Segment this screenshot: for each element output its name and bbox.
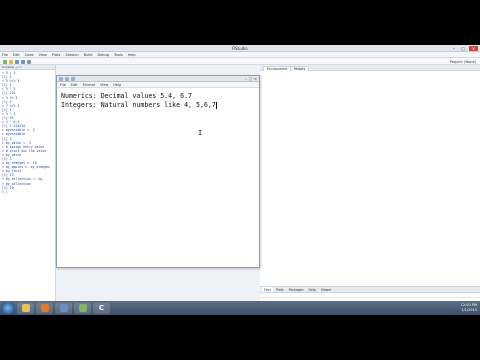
print-icon[interactable]: [27, 59, 31, 64]
environment-pane: [260, 71, 480, 315]
tab-files[interactable]: Files: [262, 287, 273, 292]
text-line-content: Numerics: Decimal values 5.4, 6.7: [61, 92, 193, 100]
r-editor-maximize-button[interactable]: □: [249, 77, 252, 81]
rstudio-icon: [78, 304, 87, 312]
menu-file[interactable]: File: [2, 53, 8, 57]
r-editor-window: – □ ✕ File Edit Format View Help Numeric…: [56, 75, 260, 268]
tab-help[interactable]: Help: [307, 287, 318, 292]
text-line: Numerics: Decimal values 5.4, 6.7: [61, 92, 255, 101]
r-logo-icon: [59, 77, 63, 81]
save-icon[interactable]: [15, 59, 19, 64]
window-controls: – □ ✕: [451, 46, 478, 51]
menu-edit[interactable]: Edit: [13, 53, 20, 57]
clock-time: 12:00 PM: [460, 303, 477, 307]
r-menu-edit[interactable]: Edit: [71, 83, 78, 87]
console-line: > |: [2, 189, 8, 194]
r-editor-toolbar: [59, 77, 75, 81]
r-editor-controls: – □ ✕: [245, 77, 257, 81]
menu-build[interactable]: Build: [84, 53, 93, 57]
menu-help[interactable]: Help: [128, 53, 136, 57]
clock-date: 1/1/2015: [461, 307, 477, 312]
taskbar: C 12:00 PM 1/1/2015: [0, 301, 480, 315]
ibeam-cursor-icon: I: [198, 129, 203, 137]
text-caret: [216, 101, 218, 109]
r-menu-file[interactable]: File: [60, 83, 66, 87]
menu-code[interactable]: Code: [25, 53, 34, 57]
open-file-icon[interactable]: [9, 59, 13, 64]
maximize-button[interactable]: □: [460, 46, 466, 51]
text-line-content: Integers: Natural numbers like 4, 5,6,7: [61, 101, 216, 109]
taskbar-c-icon[interactable]: C: [93, 302, 110, 314]
r-editor-minimize-button[interactable]: –: [245, 77, 247, 81]
tab-packages[interactable]: Packages: [287, 287, 306, 292]
taskbar-media-icon[interactable]: [36, 302, 53, 314]
save-all-icon[interactable]: [21, 59, 25, 64]
screen: RStudio – □ ✕ File Edit Code View Plots …: [0, 45, 480, 315]
new-file-icon[interactable]: [3, 59, 7, 64]
console-output: > 5 / 3 [1] 2 > 5 %/% 3 [1] 1 > 5 ^ 3 [1…: [0, 70, 55, 195]
taskbar-explorer-icon[interactable]: [17, 302, 34, 314]
system-tray: 12:00 PM 1/1/2015: [461, 303, 477, 312]
console-pane[interactable]: Console ~/ ⇨ > 5 / 3 [1] 2 > 5 %/% 3 [1]…: [0, 65, 56, 315]
r-menu-format[interactable]: Format: [83, 83, 95, 87]
save-icon[interactable]: [65, 77, 69, 81]
text-line: Integers: Natural numbers like 4, 5,6,7: [61, 101, 255, 110]
menu-tools[interactable]: Tools: [114, 53, 123, 57]
minimize-button[interactable]: –: [451, 46, 457, 51]
app-title: RStudio: [232, 46, 248, 51]
r-menu-help[interactable]: Help: [113, 83, 121, 87]
taskbar-r-icon[interactable]: [55, 302, 72, 314]
r-editor-title-bar: – □ ✕: [57, 76, 259, 82]
project-label[interactable]: Project: (None): [450, 60, 476, 64]
r-editor-close-button[interactable]: ✕: [254, 77, 257, 81]
close-button[interactable]: ✕: [469, 46, 478, 51]
media-icon: [40, 304, 49, 312]
main-toolbar: Project: (None): [0, 58, 480, 65]
folder-icon: [21, 304, 30, 312]
menu-view[interactable]: View: [39, 53, 47, 57]
tab-viewer[interactable]: Viewer: [319, 287, 334, 292]
start-button[interactable]: [1, 302, 15, 314]
files-toolbar: [260, 293, 480, 298]
r-icon: [59, 304, 68, 312]
r-menu-view[interactable]: View: [100, 83, 108, 87]
run-icon[interactable]: [71, 77, 75, 81]
menu-plots[interactable]: Plots: [52, 53, 60, 57]
menu-session[interactable]: Session: [65, 53, 78, 57]
r-editor-text-area[interactable]: Numerics: Decimal values 5.4, 6.7 Intege…: [57, 88, 259, 114]
app-title-bar: RStudio – □ ✕: [0, 45, 480, 52]
menu-debug[interactable]: Debug: [98, 53, 110, 57]
tab-plots[interactable]: Plots: [274, 287, 286, 292]
taskbar-rstudio-icon[interactable]: [74, 302, 91, 314]
